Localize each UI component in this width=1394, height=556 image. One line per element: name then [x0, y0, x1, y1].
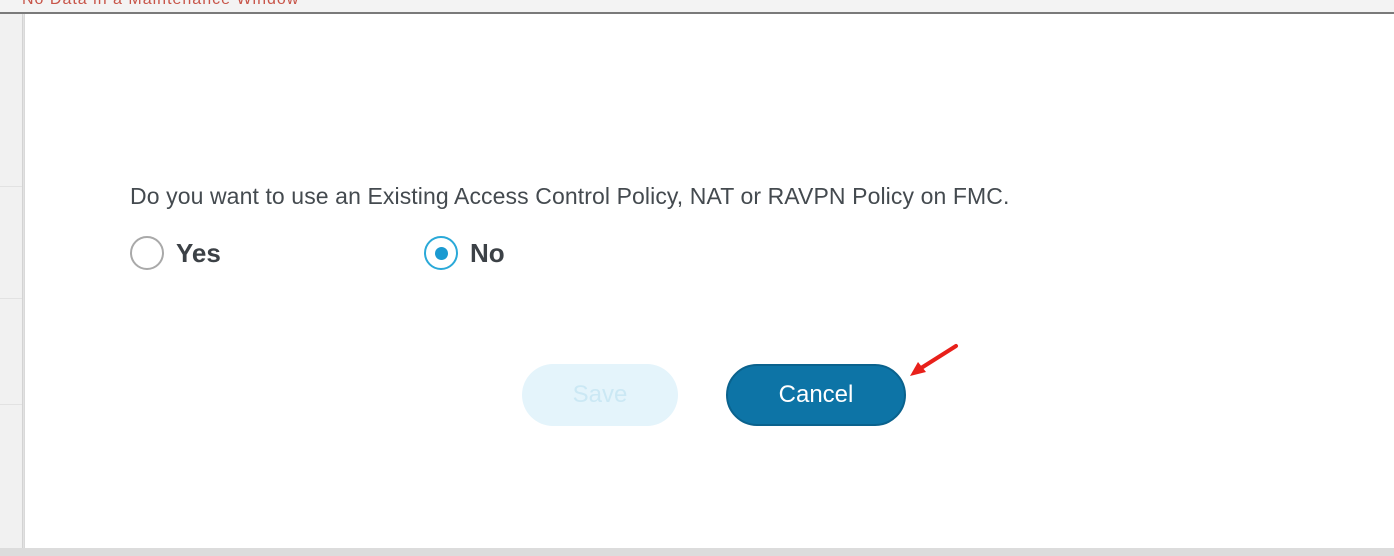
page-bottom-edge [0, 548, 1394, 556]
radio-label-yes: Yes [176, 237, 221, 268]
radio-option-yes[interactable]: Yes [130, 236, 221, 270]
gutter-divider [0, 404, 22, 405]
gutter-divider [0, 298, 22, 299]
background-header-text: No Data in a Maintenance Window [22, 0, 299, 9]
save-button[interactable]: Save [522, 364, 678, 426]
radio-option-no[interactable]: No [424, 236, 505, 270]
background-header: No Data in a Maintenance Window [0, 0, 1394, 14]
radio-label-no: No [470, 237, 505, 268]
policy-question-text: Do you want to use an Existing Access Co… [130, 183, 1010, 209]
annotation-arrow-icon [910, 344, 958, 376]
radio-dot [434, 246, 448, 260]
policy-dialog [24, 14, 1394, 548]
background-table-edge [0, 14, 23, 556]
radio-checked-icon[interactable] [424, 236, 458, 270]
gutter-divider [0, 186, 22, 187]
cancel-button[interactable]: Cancel [726, 364, 906, 426]
radio-unchecked-icon[interactable] [130, 236, 164, 270]
